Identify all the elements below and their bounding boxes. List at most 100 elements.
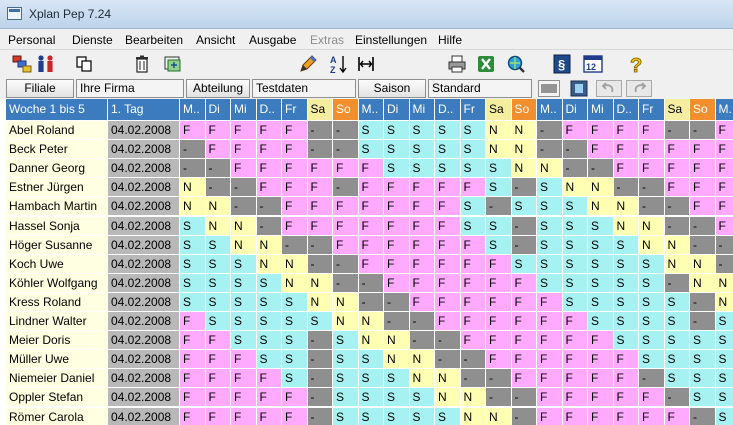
- shift-cell[interactable]: -: [307, 350, 333, 370]
- shift-cell[interactable]: S: [409, 388, 435, 408]
- menu-hilfe[interactable]: Hilfe: [438, 33, 462, 47]
- shift-cell[interactable]: -: [409, 312, 435, 332]
- menu-ansicht[interactable]: Ansicht: [196, 33, 235, 47]
- shift-cell[interactable]: F: [358, 178, 384, 198]
- shift-cell[interactable]: F: [613, 407, 639, 425]
- shift-cell[interactable]: F: [486, 350, 512, 370]
- shift-cell[interactable]: S: [715, 350, 733, 370]
- shift-cell[interactable]: S: [409, 121, 435, 141]
- shift-cell[interactable]: F: [180, 388, 206, 408]
- shift-cell[interactable]: S: [307, 312, 333, 332]
- shift-cell[interactable]: -: [358, 273, 384, 293]
- shift-cell[interactable]: -: [690, 407, 716, 425]
- shift-cell[interactable]: -: [460, 369, 486, 389]
- shift-cell[interactable]: F: [460, 312, 486, 332]
- shift-cell[interactable]: -: [384, 312, 410, 332]
- shift-cell[interactable]: S: [639, 331, 665, 351]
- shift-cell[interactable]: S: [588, 235, 614, 255]
- shift-cell[interactable]: S: [715, 407, 733, 425]
- shift-cell[interactable]: F: [537, 312, 563, 332]
- shift-cell[interactable]: F: [307, 216, 333, 236]
- excel-icon[interactable]: [476, 54, 496, 74]
- shift-cell[interactable]: S: [715, 369, 733, 389]
- shift-cell[interactable]: S: [511, 197, 537, 217]
- shift-cell[interactable]: S: [358, 350, 384, 370]
- shift-cell[interactable]: S: [409, 159, 435, 179]
- shift-cell[interactable]: F: [358, 216, 384, 236]
- shift-cell[interactable]: S: [435, 121, 461, 141]
- shift-cell[interactable]: F: [307, 178, 333, 198]
- shift-cell[interactable]: S: [664, 292, 690, 312]
- shift-cell[interactable]: F: [307, 159, 333, 179]
- shift-cell[interactable]: S: [180, 216, 206, 236]
- shift-cell[interactable]: F: [562, 312, 588, 332]
- shift-cell[interactable]: F: [460, 331, 486, 351]
- shift-cell[interactable]: -: [307, 369, 333, 389]
- shift-cell[interactable]: N: [562, 178, 588, 198]
- employee-name[interactable]: Müller Uwe: [6, 350, 108, 370]
- shift-cell[interactable]: -: [435, 350, 461, 370]
- shift-cell[interactable]: F: [282, 121, 308, 141]
- shift-cell[interactable]: -: [282, 235, 308, 255]
- shift-cell[interactable]: F: [358, 197, 384, 217]
- shift-cell[interactable]: F: [435, 292, 461, 312]
- shift-cell[interactable]: F: [690, 197, 716, 217]
- menu-bearbeiten[interactable]: Bearbeiten: [125, 33, 183, 47]
- shift-cell[interactable]: F: [664, 178, 690, 198]
- shift-cell[interactable]: F: [282, 388, 308, 408]
- shift-cell[interactable]: N: [231, 235, 257, 255]
- date-header[interactable]: 1. Tag: [108, 99, 180, 121]
- shift-cell[interactable]: F: [588, 388, 614, 408]
- shift-cell[interactable]: N: [282, 273, 308, 293]
- shift-cell[interactable]: S: [486, 235, 512, 255]
- shift-cell[interactable]: N: [180, 197, 206, 217]
- employee-name[interactable]: Estner Jürgen: [6, 178, 108, 198]
- shift-cell[interactable]: F: [486, 331, 512, 351]
- shift-cell[interactable]: S: [333, 369, 359, 389]
- shift-cell[interactable]: F: [435, 273, 461, 293]
- shift-cell[interactable]: F: [588, 140, 614, 160]
- web-search-icon[interactable]: [506, 54, 526, 74]
- shift-cell[interactable]: F: [613, 159, 639, 179]
- shift-cell[interactable]: S: [231, 273, 257, 293]
- shift-cell[interactable]: S: [205, 235, 231, 255]
- shift-cell[interactable]: F: [256, 369, 282, 389]
- shift-cell[interactable]: F: [562, 388, 588, 408]
- shift-cell[interactable]: S: [690, 350, 716, 370]
- shift-cell[interactable]: F: [511, 350, 537, 370]
- shift-cell[interactable]: F: [486, 292, 512, 312]
- help-icon[interactable]: ?: [626, 54, 646, 74]
- shift-cell[interactable]: F: [231, 369, 257, 389]
- shift-cell[interactable]: S: [588, 292, 614, 312]
- shift-cell[interactable]: S: [537, 216, 563, 236]
- shift-cell[interactable]: -: [715, 254, 733, 274]
- shift-cell[interactable]: F: [588, 121, 614, 141]
- shift-cell[interactable]: S: [460, 121, 486, 141]
- menu-ausgabe[interactable]: Ausgabe: [249, 33, 296, 47]
- menu-dienste[interactable]: Dienste: [72, 33, 113, 47]
- shift-cell[interactable]: N: [588, 197, 614, 217]
- day-header[interactable]: D..: [256, 99, 282, 121]
- shift-cell[interactable]: F: [639, 121, 665, 141]
- shift-cell[interactable]: S: [664, 331, 690, 351]
- shift-cell[interactable]: -: [384, 292, 410, 312]
- shift-cell[interactable]: -: [639, 369, 665, 389]
- shift-cell[interactable]: S: [384, 407, 410, 425]
- shift-cell[interactable]: N: [511, 159, 537, 179]
- shift-cell[interactable]: F: [715, 140, 733, 160]
- shift-cell[interactable]: S: [231, 331, 257, 351]
- shift-cell[interactable]: S: [282, 331, 308, 351]
- people-icon[interactable]: [36, 54, 56, 74]
- menu-einstellungen[interactable]: Einstellungen: [355, 33, 427, 47]
- shift-cell[interactable]: S: [460, 140, 486, 160]
- shift-cell[interactable]: F: [282, 178, 308, 198]
- shift-cell[interactable]: N: [690, 273, 716, 293]
- shift-cell[interactable]: F: [537, 292, 563, 312]
- shift-cell[interactable]: S: [690, 369, 716, 389]
- abteilung-field[interactable]: Testdaten: [252, 79, 356, 98]
- shift-cell[interactable]: F: [511, 369, 537, 389]
- shift-cell[interactable]: F: [384, 197, 410, 217]
- shift-cell[interactable]: -: [664, 216, 690, 236]
- shift-cell[interactable]: F: [715, 197, 733, 217]
- filiale-button[interactable]: Filiale: [6, 79, 74, 98]
